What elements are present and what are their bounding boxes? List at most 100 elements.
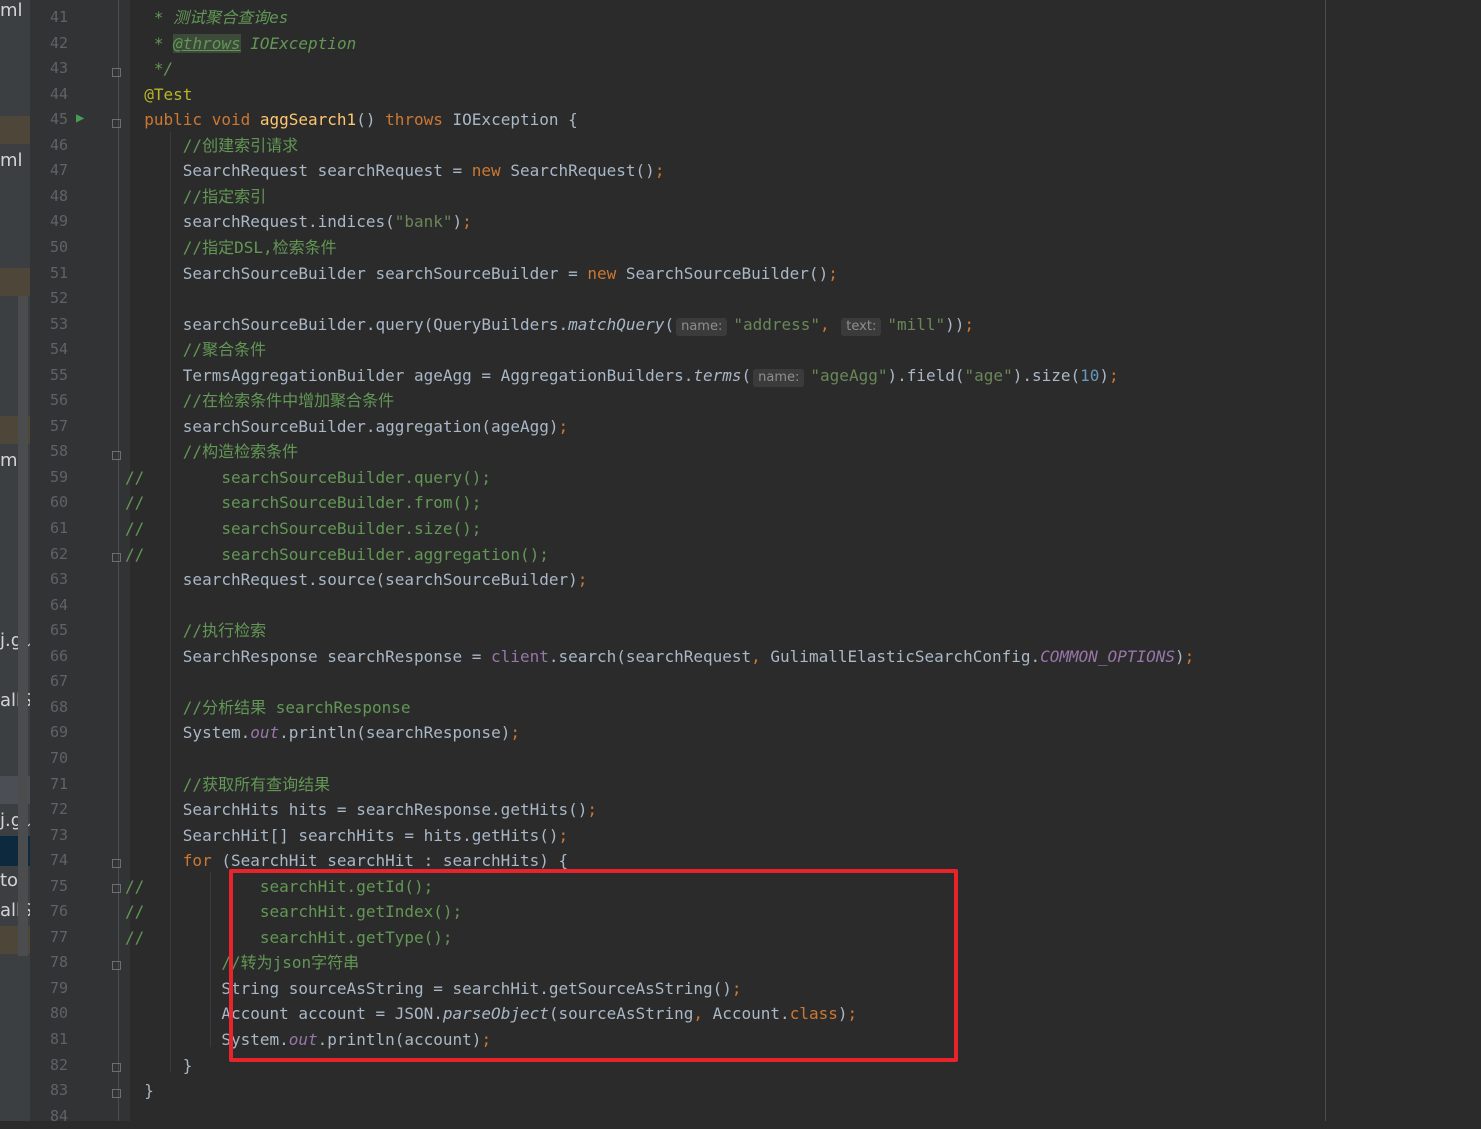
code-line[interactable]: 45 public void aggSearch1() throws IOExc… — [0, 107, 1481, 133]
code-line[interactable]: 64 — [0, 593, 1481, 619]
line-number: 68 — [49, 697, 68, 716]
code-text[interactable]: // searchSourceBuilder.query(); — [125, 465, 491, 491]
code-text[interactable]: System.out.println(searchResponse); — [125, 720, 520, 746]
code-line[interactable]: 71 //获取所有查询结果 — [0, 772, 1481, 798]
code-line[interactable]: 55 TermsAggregationBuilder ageAgg = Aggr… — [0, 363, 1481, 389]
code-line[interactable]: 73 SearchHit[] searchHits = hits.getHits… — [0, 823, 1481, 849]
code-text[interactable]: //创建索引请求 — [125, 133, 298, 159]
line-number: 80 — [49, 1004, 68, 1023]
line-number: 70 — [49, 748, 68, 767]
code-line[interactable]: 54 //聚合条件 — [0, 337, 1481, 363]
code-text[interactable]: SearchResponse searchResponse = client.s… — [125, 644, 1194, 670]
code-line[interactable]: 67 — [0, 669, 1481, 695]
code-text[interactable]: //在检索条件中增加聚合条件 — [125, 388, 394, 414]
line-number: 56 — [49, 391, 68, 410]
code-line[interactable]: 69 System.out.println(searchResponse); — [0, 720, 1481, 746]
code-text[interactable]: public void aggSearch1() throws IOExcept… — [125, 107, 578, 133]
line-number: 71 — [49, 774, 68, 793]
code-line[interactable]: 66 SearchResponse searchResponse = clien… — [0, 644, 1481, 670]
code-line[interactable]: 60 // searchSourceBuilder.from(); — [0, 490, 1481, 516]
code-line[interactable]: 50 //指定DSL,检索条件 — [0, 235, 1481, 261]
code-line[interactable]: 44 @Test — [0, 82, 1481, 108]
code-line[interactable]: 83 } — [0, 1078, 1481, 1104]
code-line[interactable]: 53 searchSourceBuilder.query(QueryBuilde… — [0, 312, 1481, 338]
code-line[interactable]: 41 * 测试聚合查询es — [0, 5, 1481, 31]
line-number: 67 — [49, 672, 68, 691]
fold-marker-icon[interactable] — [112, 451, 121, 460]
code-text[interactable]: // searchSourceBuilder.size(); — [125, 516, 481, 542]
code-line[interactable]: 58 //构造检索条件 — [0, 439, 1481, 465]
code-line[interactable]: 61 // searchSourceBuilder.size(); — [0, 516, 1481, 542]
line-number: 69 — [49, 723, 68, 742]
line-number: 45 — [49, 110, 68, 129]
code-text[interactable]: SearchHits hits = searchResponse.getHits… — [125, 797, 597, 823]
line-number: 46 — [49, 135, 68, 154]
code-text[interactable]: //构造检索条件 — [125, 439, 298, 465]
fold-marker-icon[interactable] — [112, 1089, 121, 1098]
fold-marker-icon[interactable] — [112, 1063, 121, 1072]
code-line[interactable]: 51 SearchSourceBuilder searchSourceBuild… — [0, 261, 1481, 287]
code-text[interactable]: //分析结果 searchResponse — [125, 695, 411, 721]
code-text[interactable]: // searchSourceBuilder.from(); — [125, 490, 481, 516]
code-line[interactable]: 84 — [0, 1104, 1481, 1129]
code-line[interactable]: 62 // searchSourceBuilder.aggregation(); — [0, 542, 1481, 568]
code-text[interactable]: */ — [125, 56, 173, 82]
code-text[interactable]: searchRequest.indices("bank"); — [125, 209, 472, 235]
code-line[interactable]: 46 //创建索引请求 — [0, 133, 1481, 159]
fold-marker-icon[interactable] — [112, 859, 121, 868]
code-text[interactable]: @Test — [125, 82, 192, 108]
run-test-icon[interactable]: ▶ — [76, 110, 92, 126]
line-number: 59 — [49, 467, 68, 486]
fold-marker-icon[interactable] — [112, 884, 121, 893]
line-number: 60 — [49, 493, 68, 512]
code-text[interactable]: SearchHit[] searchHits = hits.getHits(); — [125, 823, 568, 849]
code-text[interactable]: //指定索引 — [125, 184, 266, 210]
code-text[interactable]: SearchRequest searchRequest = new Search… — [125, 158, 665, 184]
line-number: 84 — [49, 1106, 68, 1125]
fold-marker-icon[interactable] — [112, 961, 121, 970]
code-line[interactable]: 65 //执行检索 — [0, 618, 1481, 644]
code-text[interactable]: searchSourceBuilder.query(QueryBuilders.… — [125, 312, 974, 338]
code-line[interactable]: 48 //指定索引 — [0, 184, 1481, 210]
code-line[interactable]: 49 searchRequest.indices("bank"); — [0, 209, 1481, 235]
line-number: 77 — [49, 927, 68, 946]
line-number: 54 — [49, 340, 68, 359]
code-line[interactable]: 72 SearchHits hits = searchResponse.getH… — [0, 797, 1481, 823]
code-text[interactable]: //获取所有查询结果 — [125, 772, 330, 798]
line-number: 74 — [49, 851, 68, 870]
line-number: 63 — [49, 570, 68, 589]
code-text[interactable]: SearchSourceBuilder searchSourceBuilder … — [125, 261, 838, 287]
code-text[interactable]: TermsAggregationBuilder ageAgg = Aggrega… — [125, 363, 1119, 389]
code-text[interactable]: } — [125, 1078, 154, 1104]
line-number: 83 — [49, 1081, 68, 1100]
code-line[interactable]: 59 // searchSourceBuilder.query(); — [0, 465, 1481, 491]
code-text[interactable]: } — [125, 1053, 193, 1079]
line-number: 81 — [49, 1030, 68, 1048]
line-number: 57 — [49, 416, 68, 435]
code-line[interactable]: 43 */ — [0, 56, 1481, 82]
code-line[interactable]: 57 searchSourceBuilder.aggregation(ageAg… — [0, 414, 1481, 440]
fold-marker-icon[interactable] — [112, 553, 121, 562]
code-line[interactable]: 70 — [0, 746, 1481, 772]
code-text[interactable]: searchSourceBuilder.aggregation(ageAgg); — [125, 414, 568, 440]
code-line[interactable]: 42 * @throws IOException — [0, 31, 1481, 57]
code-line[interactable]: 52 — [0, 286, 1481, 312]
code-line[interactable]: 56 //在检索条件中增加聚合条件 — [0, 388, 1481, 414]
code-line[interactable]: 68 //分析结果 searchResponse — [0, 695, 1481, 721]
fold-marker-icon[interactable] — [112, 68, 121, 77]
line-number: 58 — [49, 442, 68, 461]
line-number: 64 — [49, 595, 68, 614]
line-number: 43 — [49, 59, 68, 78]
line-number: 51 — [49, 263, 68, 282]
code-text[interactable]: //执行检索 — [125, 618, 266, 644]
code-text[interactable]: * 测试聚合查询es — [125, 5, 289, 31]
code-text[interactable]: // searchSourceBuilder.aggregation(); — [125, 542, 549, 568]
code-text[interactable]: * @throws IOException — [125, 31, 356, 57]
line-number: 78 — [49, 953, 68, 972]
code-line[interactable]: 63 searchRequest.source(searchSourceBuil… — [0, 567, 1481, 593]
code-line[interactable]: 47 SearchRequest searchRequest = new Sea… — [0, 158, 1481, 184]
code-text[interactable]: searchRequest.source(searchSourceBuilder… — [125, 567, 588, 593]
fold-marker-icon[interactable] — [112, 119, 121, 128]
code-text[interactable]: //聚合条件 — [125, 337, 266, 363]
code-text[interactable]: //指定DSL,检索条件 — [125, 235, 337, 261]
